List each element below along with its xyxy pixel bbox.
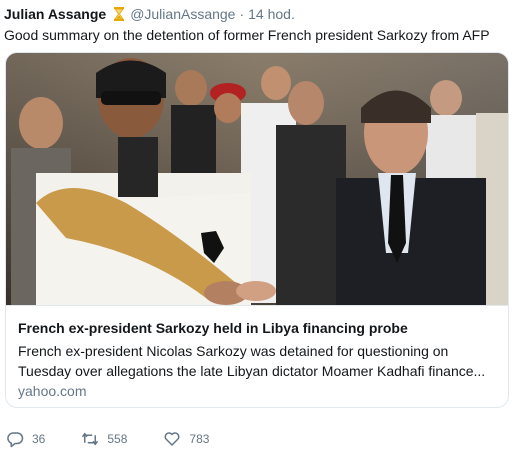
author-handle[interactable]: @JulianAssange	[130, 6, 235, 22]
like-button[interactable]: 783	[163, 430, 209, 448]
card-description-line: French ex-president Nicolas Sarkozy was …	[18, 343, 449, 359]
like-count: 783	[189, 432, 210, 446]
retweet-count: 558	[107, 432, 128, 446]
meta-separator: ·	[239, 6, 245, 22]
card-body[interactable]: French ex-president Sarkozy held in Liby…	[6, 305, 508, 399]
reply-button[interactable]: 36	[6, 430, 45, 448]
card-title[interactable]: French ex-president Sarkozy held in Liby…	[18, 320, 408, 336]
card-description-line: Tuesday over allegations the late Libyan…	[18, 363, 486, 379]
tweet-timestamp[interactable]: 14 hod.	[248, 6, 295, 22]
hourglass-icon	[112, 6, 126, 22]
author-name[interactable]: Julian Assange	[4, 6, 106, 22]
card-domain: yahoo.com	[18, 383, 87, 399]
retweet-button[interactable]: 558	[81, 430, 127, 448]
tweet-actions: 36 558 783	[6, 430, 245, 448]
reply-icon	[7, 432, 24, 448]
reply-count: 36	[32, 432, 46, 446]
card-description: French ex-president Nicolas Sarkozy was …	[18, 341, 498, 381]
card-image[interactable]	[6, 53, 508, 305]
tweet-header: Julian Assange @JulianAssange · 14 hod.	[4, 6, 511, 22]
heart-icon	[164, 432, 180, 446]
tweet-text: Good summary on the detention of former …	[4, 27, 490, 43]
retweet-icon	[82, 432, 99, 446]
link-card[interactable]: French ex-president Sarkozy held in Liby…	[5, 52, 509, 408]
